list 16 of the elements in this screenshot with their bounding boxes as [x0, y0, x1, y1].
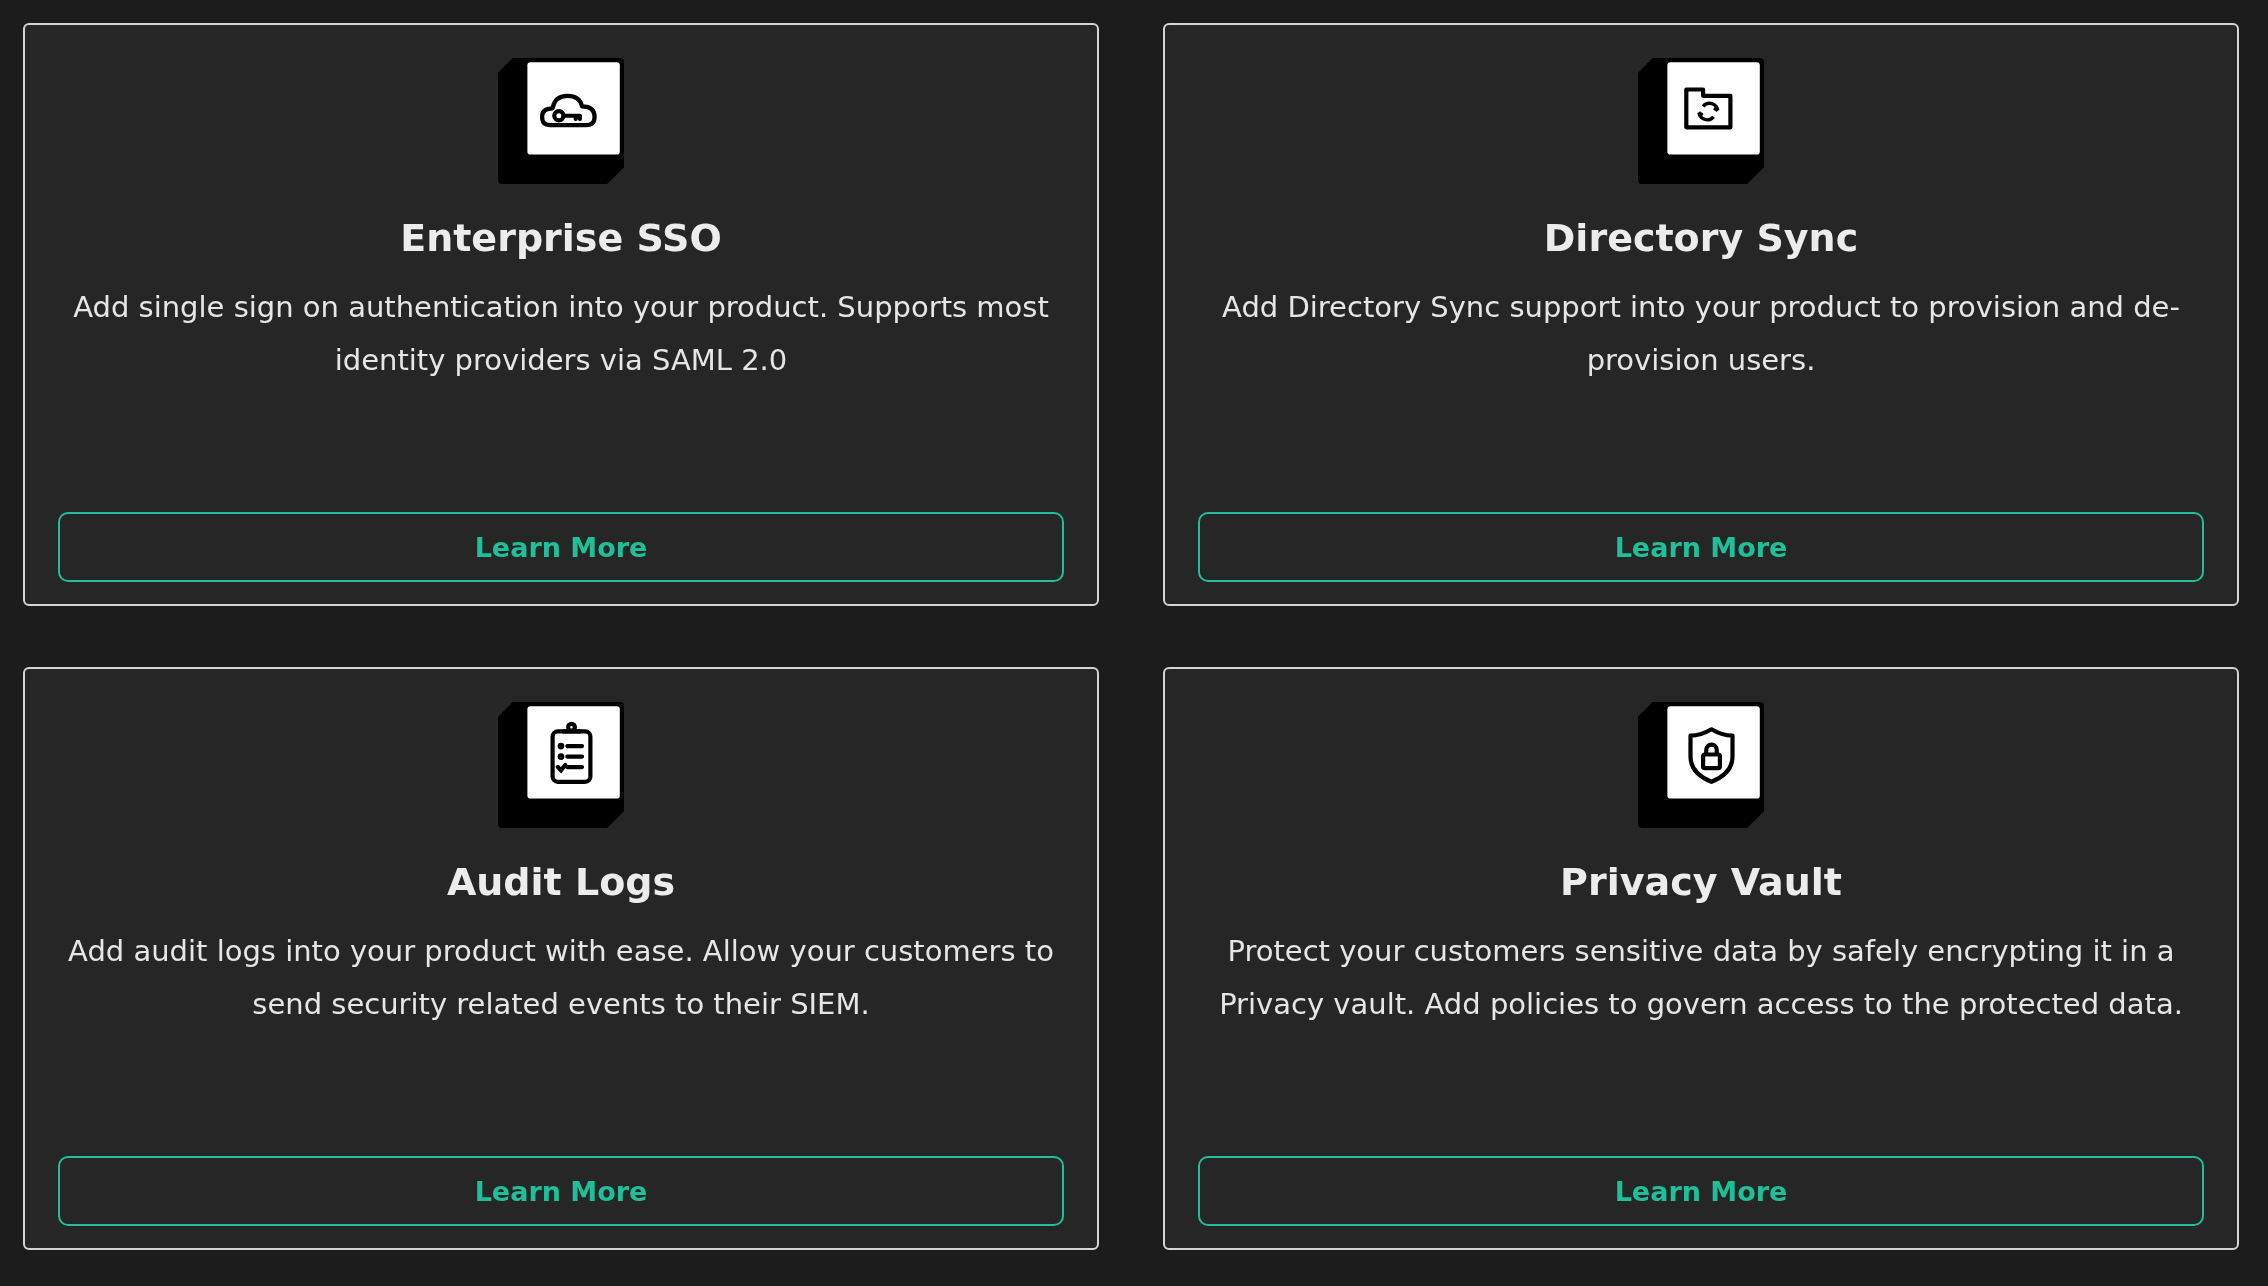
shield-lock-icon: [1638, 702, 1764, 828]
folder-sync-icon: [1638, 58, 1764, 184]
learn-more-button[interactable]: Learn More: [58, 1156, 1064, 1226]
card-description: Add single sign on authentication into your product. Supports most identity providers via SAML 2.0: [72, 289, 1050, 380]
checklist-clipboard-icon: [498, 702, 624, 828]
card-description: Add Directory Sync support into your product to provision and de-provision users.: [1221, 289, 2181, 380]
card-title: Privacy Vault: [1560, 859, 1842, 906]
cloud-key-icon: [498, 58, 624, 184]
card-title: Audit Logs: [446, 859, 676, 906]
card-description: Protect your customers sensitive data by safely encrypting it in a Privacy vault. Add policies to govern access to the protected data.: [1218, 933, 2184, 1024]
card-description: Add audit logs into your product with ease. Allow your customers to send security related events to their SIEM.: [67, 933, 1055, 1024]
card-title: Directory Sync: [1543, 215, 1859, 262]
card-title: Enterprise SSO: [400, 215, 722, 262]
learn-more-button[interactable]: Learn More: [1198, 1156, 2204, 1226]
learn-more-button[interactable]: Learn More: [1198, 512, 2204, 582]
learn-more-button[interactable]: Learn More: [58, 512, 1064, 582]
